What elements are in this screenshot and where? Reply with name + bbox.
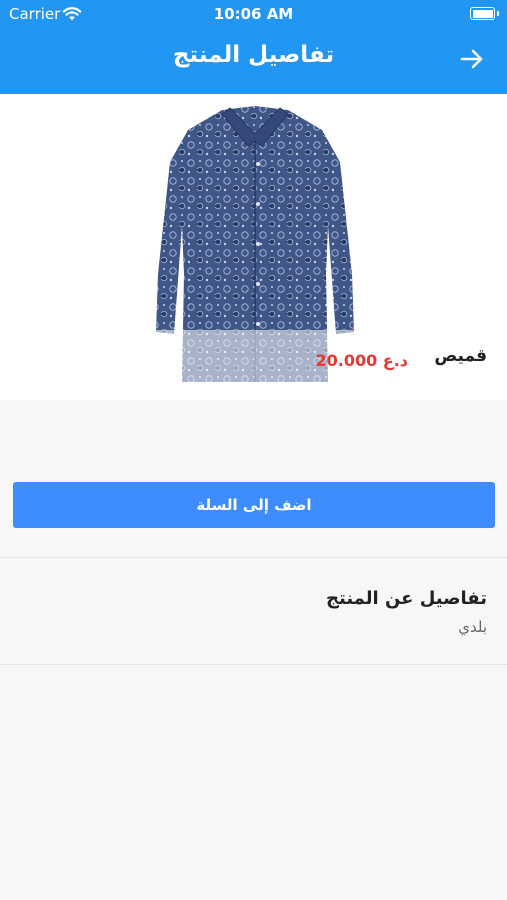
product-name: قميص	[434, 346, 487, 366]
divider	[0, 557, 507, 558]
status-bar: Carrier 10:06 AM	[0, 0, 507, 28]
product-price: 20.000 د.ع	[315, 351, 408, 370]
add-to-cart-button[interactable]: اضف إلى السلة	[13, 482, 495, 528]
product-card: قميص 20.000 د.ع	[0, 94, 507, 400]
details-title: تفاصيل عن المنتج	[326, 588, 487, 609]
battery-icon	[470, 7, 499, 20]
details-value: بلدي	[458, 618, 487, 636]
status-time: 10:06 AM	[213, 5, 294, 23]
navbar: تفاصيل المنتج	[0, 30, 507, 86]
app-header: Carrier 10:06 AM تفاصيل المنتج	[0, 0, 507, 94]
divider	[0, 664, 507, 665]
arrow-right-icon[interactable]	[459, 46, 485, 72]
product-image	[150, 106, 360, 386]
page-title: تفاصيل المنتج	[172, 42, 335, 68]
